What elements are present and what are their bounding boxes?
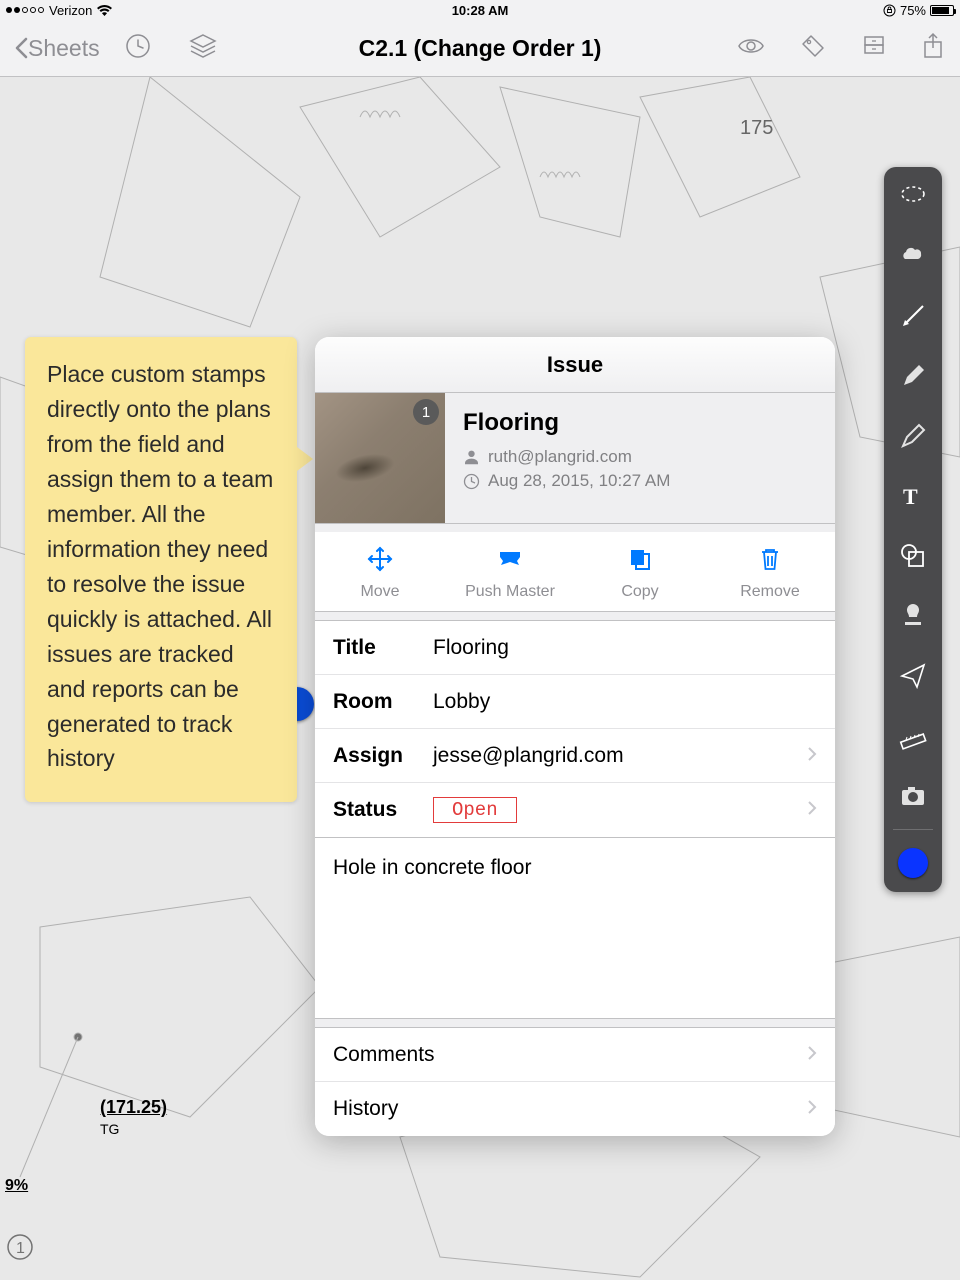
move-button[interactable]: Move bbox=[315, 546, 445, 601]
lasso-tool[interactable] bbox=[898, 181, 928, 211]
annotation-toolbar: T bbox=[884, 167, 942, 892]
history-row[interactable]: History bbox=[315, 1082, 835, 1136]
comments-row[interactable]: Comments bbox=[315, 1028, 835, 1082]
blueprint-point-label: (171.25) TG bbox=[100, 1097, 167, 1139]
copy-button[interactable]: Copy bbox=[575, 546, 705, 601]
status-badge: Open bbox=[433, 797, 517, 823]
status-time: 10:28 AM bbox=[452, 3, 509, 18]
field-room[interactable]: Room Lobby bbox=[315, 675, 835, 729]
help-callout: Place custom stamps directly onto the pl… bbox=[25, 337, 297, 802]
wifi-icon bbox=[97, 5, 112, 16]
battery-percent: 75% bbox=[900, 3, 926, 18]
chevron-right-icon bbox=[807, 1043, 817, 1067]
blueprint-canvas[interactable]: 1 175 (171.25) TG 9% Place custom stamps… bbox=[0, 77, 960, 1280]
orientation-lock-icon bbox=[883, 4, 896, 17]
svg-text:1: 1 bbox=[16, 1240, 25, 1257]
clock-icon bbox=[463, 473, 480, 490]
stamp-tool[interactable] bbox=[898, 601, 928, 631]
archive-icon[interactable] bbox=[860, 32, 888, 65]
issue-actions: Move Push Master Copy Remove bbox=[315, 532, 835, 612]
pen-tool[interactable] bbox=[898, 361, 928, 391]
issue-fields: Title Flooring Room Lobby Assign jesse@p… bbox=[315, 620, 835, 838]
remove-button[interactable]: Remove bbox=[705, 546, 835, 601]
issue-timestamp: Aug 28, 2015, 10:27 AM bbox=[488, 471, 670, 491]
page-title: C2.1 (Change Order 1) bbox=[359, 35, 602, 62]
ruler-tool[interactable] bbox=[898, 721, 928, 751]
field-title-value: Flooring bbox=[433, 636, 509, 660]
back-label: Sheets bbox=[28, 35, 100, 62]
help-callout-text: Place custom stamps directly onto the pl… bbox=[47, 361, 273, 771]
visibility-icon[interactable] bbox=[736, 31, 766, 66]
arrow-tool[interactable] bbox=[898, 301, 928, 331]
share-icon[interactable] bbox=[920, 31, 946, 66]
carrier-label: Verizon bbox=[49, 3, 92, 18]
chevron-right-icon bbox=[807, 744, 817, 768]
svg-text:T: T bbox=[903, 484, 918, 509]
blueprint-dim-175: 175 bbox=[740, 117, 773, 140]
battery-icon bbox=[930, 5, 954, 16]
nav-bar: Sheets C2.1 (Change Order 1) bbox=[0, 20, 960, 77]
tag-icon[interactable] bbox=[798, 31, 828, 66]
issue-popover: Issue 1 Flooring ruth@plangrid.com Aug 2… bbox=[315, 337, 835, 1136]
history-icon[interactable] bbox=[124, 32, 152, 65]
field-title[interactable]: Title Flooring bbox=[315, 621, 835, 675]
issue-photo-thumbnail[interactable]: 1 bbox=[315, 393, 445, 523]
color-picker[interactable] bbox=[898, 848, 928, 878]
field-room-value: Lobby bbox=[433, 690, 490, 714]
field-assign-value: jesse@plangrid.com bbox=[433, 744, 624, 768]
camera-tool[interactable] bbox=[898, 781, 928, 811]
popover-title: Issue bbox=[315, 337, 835, 393]
blueprint-percent: 9% bbox=[5, 1177, 28, 1195]
send-tool[interactable] bbox=[898, 661, 928, 691]
layers-icon[interactable] bbox=[188, 31, 218, 66]
issue-creator: ruth@plangrid.com bbox=[488, 447, 632, 467]
push-master-button[interactable]: Push Master bbox=[445, 546, 575, 601]
signal-dots-icon bbox=[6, 7, 44, 13]
cloud-tool[interactable] bbox=[898, 241, 928, 271]
issue-summary: 1 Flooring ruth@plangrid.com Aug 28, 201… bbox=[315, 393, 835, 524]
person-icon bbox=[463, 449, 480, 466]
status-bar: Verizon 10:28 AM 75% bbox=[0, 0, 960, 20]
text-tool[interactable]: T bbox=[898, 481, 928, 511]
issue-description[interactable]: Hole in concrete floor bbox=[315, 838, 835, 1018]
shape-tool[interactable] bbox=[898, 541, 928, 571]
field-status[interactable]: Status Open bbox=[315, 783, 835, 837]
chevron-right-icon bbox=[807, 1097, 817, 1121]
chevron-right-icon bbox=[807, 798, 817, 822]
back-button[interactable]: Sheets bbox=[14, 35, 100, 62]
issue-title: Flooring bbox=[463, 409, 670, 437]
field-assign[interactable]: Assign jesse@plangrid.com bbox=[315, 729, 835, 783]
highlighter-tool[interactable] bbox=[898, 421, 928, 451]
photo-count-badge: 1 bbox=[413, 399, 439, 425]
